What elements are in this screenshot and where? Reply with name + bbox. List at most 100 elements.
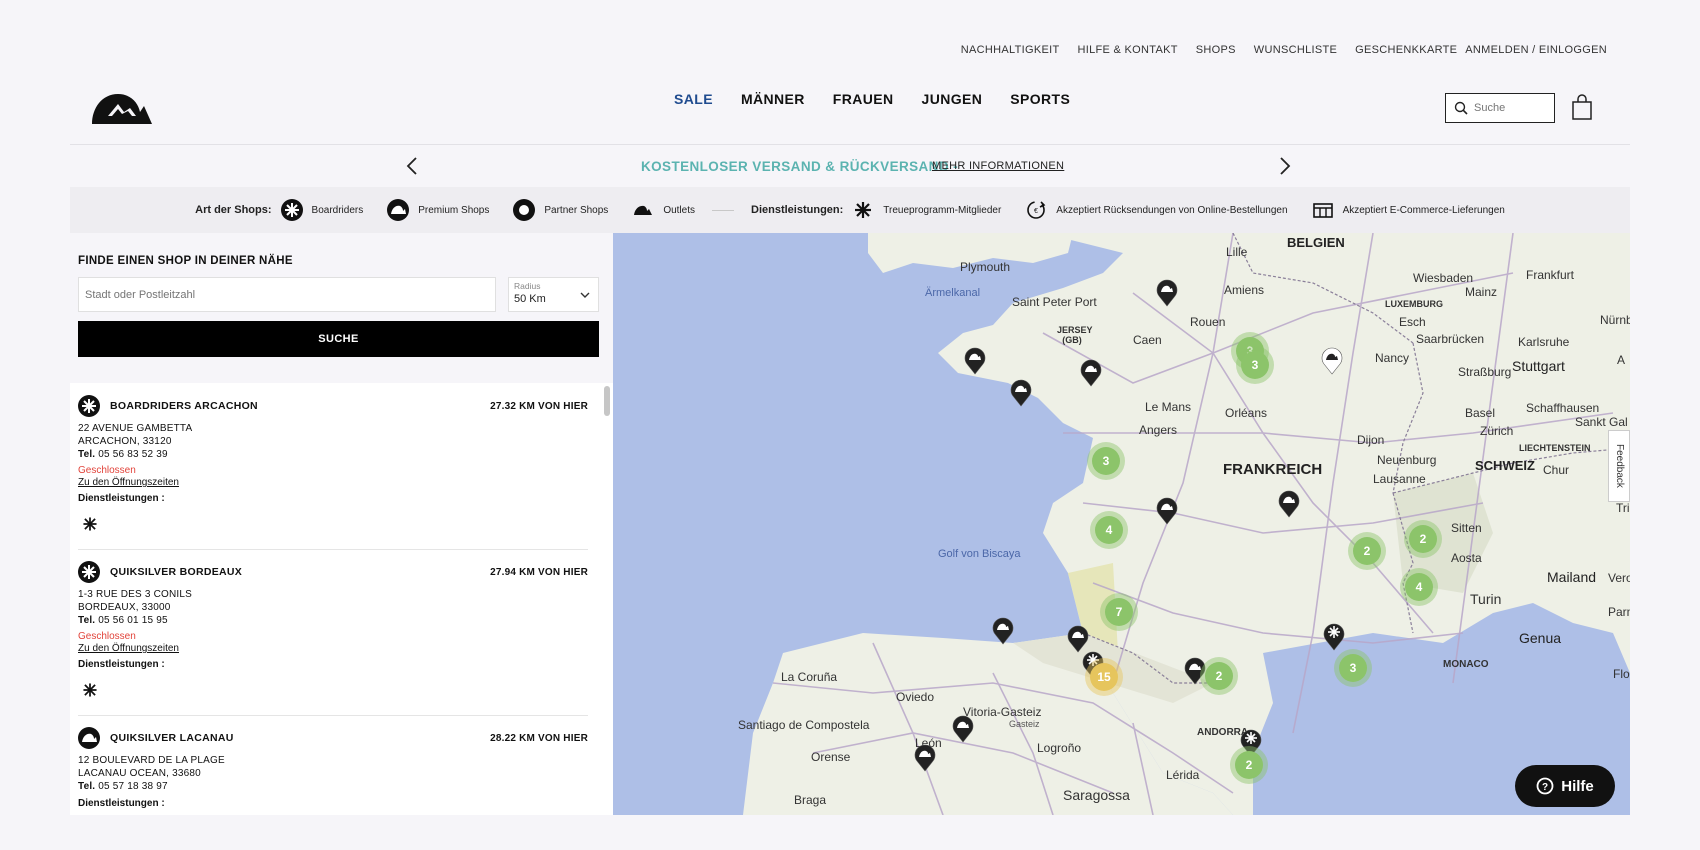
- map-cluster[interactable]: 3: [1092, 447, 1120, 475]
- boardriders-icon: [78, 395, 100, 417]
- quiksilver-logo[interactable]: [90, 90, 154, 126]
- nav-sports[interactable]: SPORTS: [1010, 91, 1070, 107]
- ecommerce-delivery-icon: [1312, 203, 1333, 218]
- boardriders-icon: [78, 561, 100, 583]
- shop-name: QUIKSILVER LACANAU: [110, 732, 234, 744]
- map-cluster[interactable]: 2: [1353, 537, 1381, 565]
- loyalty-icon: [83, 517, 97, 531]
- map-cluster[interactable]: 3: [1339, 654, 1367, 682]
- search-button[interactable]: SUCHE: [78, 321, 599, 357]
- nav-shops[interactable]: SHOPS: [1196, 44, 1236, 56]
- nav-sustainability[interactable]: NACHHALTIGKEIT: [961, 44, 1060, 56]
- shop-item[interactable]: QUIKSILVER BORDEAUX 27.94 KM VON HIER 1-…: [78, 561, 588, 703]
- map-label: Schaffhausen: [1526, 401, 1600, 415]
- map-label: Chur: [1543, 463, 1570, 477]
- finder-form: FINDE EINEN SHOP IN DEINER NÄHE Radius 5…: [70, 233, 613, 383]
- help-button[interactable]: ? Hilfe: [1515, 765, 1615, 807]
- map-label: Braga: [794, 793, 827, 807]
- map-label: FRANKREICH: [1223, 461, 1323, 478]
- radius-label: Radius: [514, 281, 541, 291]
- shop-status: Geschlossen: [78, 465, 136, 476]
- map-label: Genua: [1519, 630, 1562, 646]
- shop-hours-link[interactable]: Zu den Öffnungszeiten: [78, 643, 588, 654]
- shop-distance: 28.22 KM VON HIER: [490, 732, 588, 744]
- map-label: SCHWEIZ: [1475, 458, 1535, 473]
- feedback-tab[interactable]: Feedback: [1608, 430, 1630, 502]
- map-cluster[interactable]: 15: [1090, 663, 1118, 691]
- shop-pin-icon[interactable]: [963, 345, 987, 375]
- nav-login[interactable]: ANMELDEN / EINLOGGEN: [1465, 44, 1607, 56]
- search-input[interactable]: [1474, 102, 1554, 114]
- shop-divider: [78, 549, 588, 550]
- shop-tel[interactable]: 05 56 01 15 95: [98, 615, 168, 626]
- map-label: Amiens: [1224, 283, 1265, 297]
- map-label: Lille: [1226, 245, 1248, 259]
- shop-pin-icon[interactable]: [991, 615, 1015, 645]
- shop-tel[interactable]: 05 57 18 38 97: [98, 781, 168, 792]
- nav-women[interactable]: FRAUEN: [833, 91, 894, 107]
- shop-pin-icon[interactable]: [951, 713, 975, 743]
- map-cluster[interactable]: 3: [1241, 351, 1269, 379]
- return-icon: €: [1027, 201, 1046, 219]
- map-label: BELGIEN: [1287, 235, 1345, 250]
- shop-finder-panel: FINDE EINEN SHOP IN DEINER NÄHE Radius 5…: [70, 233, 613, 815]
- map-cluster[interactable]: 2: [1205, 662, 1233, 690]
- shop-item[interactable]: QUIKSILVER LACANAU 28.22 KM VON HIER 12 …: [78, 727, 588, 809]
- boardriders-icon: [280, 199, 303, 221]
- map-cluster[interactable]: 4: [1095, 516, 1123, 544]
- shop-pin-icon[interactable]: [1322, 621, 1346, 651]
- shop-name: BOARDRIDERS ARCACHON: [110, 400, 258, 412]
- map-label: Nürnb: [1600, 313, 1630, 327]
- shop-address: 1-3 RUE DES 3 CONILS BORDEAUX, 33000 Tel…: [78, 588, 588, 627]
- map-cluster[interactable]: 7: [1105, 598, 1133, 626]
- chevron-left-icon[interactable]: [404, 156, 420, 176]
- chevron-down-icon: [580, 292, 590, 298]
- map-label: Ärmelkanal: [925, 287, 981, 299]
- shop-street: 12 BOULEVARD DE LA PLAGE: [78, 755, 225, 766]
- shop-pin-icon[interactable]: [1155, 495, 1179, 525]
- shop-pin-icon[interactable]: [1320, 345, 1344, 375]
- city-input[interactable]: [78, 277, 496, 312]
- shop-pin-icon[interactable]: [913, 742, 937, 772]
- shop-divider: [78, 715, 588, 716]
- legend-type-partner: Partner Shops: [544, 204, 609, 216]
- nav-men[interactable]: MÄNNER: [741, 91, 805, 107]
- map-cluster[interactable]: 4: [1405, 573, 1433, 601]
- promo-link[interactable]: MEHR INFORMATIONEN: [932, 160, 1064, 172]
- store-map[interactable]: BELGIEN Lille Plymouth Ärmelkanal Saint …: [613, 233, 1630, 815]
- shop-tel[interactable]: 05 56 83 52 39: [98, 449, 168, 460]
- map-label: JERSEY (GB): [1057, 325, 1093, 345]
- shop-list-scrollbar[interactable]: [604, 386, 610, 416]
- nav-wishlist[interactable]: WUNSCHLISTE: [1254, 44, 1337, 56]
- map-label: LIECHTENSTEIN: [1519, 443, 1591, 453]
- shop-item[interactable]: BOARDRIDERS ARCACHON 27.32 KM VON HIER 2…: [78, 395, 588, 537]
- map-label: Lausanne: [1373, 472, 1426, 486]
- legend-separator: [712, 209, 734, 211]
- loyalty-icon: [83, 683, 97, 697]
- nav-boys[interactable]: JUNGEN: [922, 91, 983, 107]
- shop-hours-link[interactable]: Zu den Öffnungszeiten: [78, 477, 588, 488]
- shop-list[interactable]: BOARDRIDERS ARCACHON 27.32 KM VON HIER 2…: [70, 383, 613, 815]
- radius-select[interactable]: Radius 50 Km: [508, 277, 599, 312]
- nav-help-contact[interactable]: HILFE & KONTAKT: [1078, 44, 1178, 56]
- premium-shop-icon: [78, 727, 100, 749]
- shop-tel-label: Tel.: [78, 449, 96, 460]
- nav-giftcard[interactable]: GESCHENKKARTE: [1355, 44, 1457, 56]
- shop-pin-icon[interactable]: [1277, 488, 1301, 518]
- chevron-right-icon[interactable]: [1277, 156, 1293, 176]
- map-cluster[interactable]: 2: [1409, 525, 1437, 553]
- map-label: Zürich: [1480, 424, 1514, 438]
- shop-pin-icon[interactable]: [1183, 655, 1207, 685]
- map-label: Karlsruhe: [1518, 335, 1570, 349]
- shop-pin-icon[interactable]: [1079, 357, 1103, 387]
- nav-sale[interactable]: SALE: [674, 91, 713, 107]
- map-cluster[interactable]: 2: [1235, 751, 1263, 779]
- shop-pin-icon[interactable]: [1155, 277, 1179, 307]
- map-label: Nancy: [1375, 351, 1410, 365]
- map-label: Sitten: [1451, 521, 1482, 535]
- shop-name: QUIKSILVER BORDEAUX: [110, 566, 243, 578]
- header-search[interactable]: [1445, 93, 1555, 123]
- shopping-bag-icon[interactable]: [1571, 94, 1593, 120]
- outlet-icon: [634, 205, 653, 215]
- shop-pin-icon[interactable]: [1009, 377, 1033, 407]
